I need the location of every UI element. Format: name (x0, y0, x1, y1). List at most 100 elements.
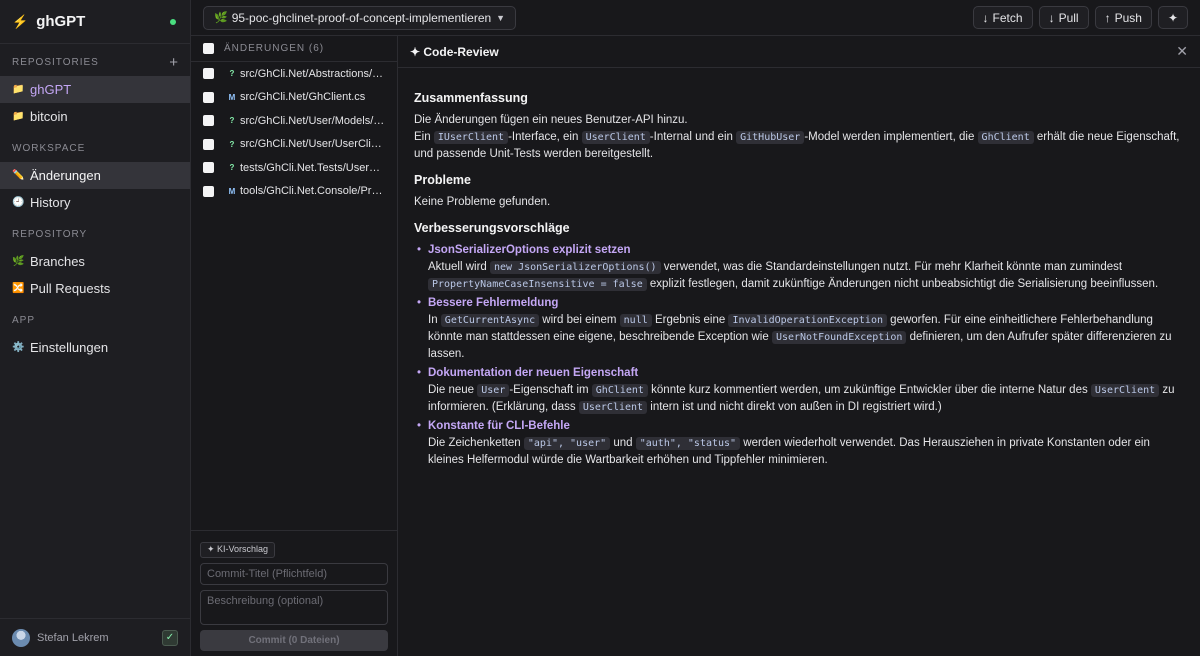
problems-text: Keine Probleme gefunden. (414, 196, 551, 208)
section-header-workspace: WORKSPACE (0, 134, 190, 162)
sidebar-item-einstellungen[interactable]: ⚙️ Einstellungen (0, 334, 190, 361)
pencil-icon: ✏️ (12, 170, 25, 181)
sidebar-item-label: ghGPT (30, 82, 72, 97)
sidebar-item-label: bitcoin (30, 109, 68, 124)
branch-icon: 🌿 (214, 12, 228, 24)
file-path: tools/GhCli.Net.Console/Program.cs (240, 185, 385, 198)
sidebar-item-ghgpt[interactable]: 📁 ghGPT (0, 76, 190, 103)
file-row[interactable]: ? src/GhCli.Net/User/UserClient.cs (191, 133, 397, 157)
clock-icon: 🕘 (12, 197, 25, 208)
pull-request-icon: 🔀 (12, 283, 25, 294)
suggestion-item: JsonSerializerOptions explizit setzen Ak… (414, 242, 1184, 293)
push-label: Push (1114, 10, 1142, 25)
file-row[interactable]: M src/GhCli.Net/GhClient.cs (191, 86, 397, 110)
file-checkbox[interactable] (203, 138, 214, 150)
problems-heading: Probleme (414, 173, 471, 187)
sidebar-item-aenderungen[interactable]: ✏️ Änderungen (0, 162, 190, 189)
sidebar: ⚡ ghGPT REPOSITORIES + 📁 ghGPT 📁 bitcoin… (0, 0, 191, 656)
changes-header: ÄNDERUNGEN (6) (191, 36, 397, 62)
file-row[interactable]: ? tests/GhCli.Net.Tests/UserClientTests.… (191, 156, 397, 180)
arrow-down-icon: ↓ (982, 10, 989, 25)
check-icon[interactable]: ✓ (162, 629, 178, 646)
pull-button[interactable]: ↓ Pull (1038, 6, 1089, 29)
commit-area: ✦ KI-Vorschlag Commit-Titel (Pflichtfeld… (191, 530, 397, 656)
suggestion-title: Konstante für CLI-Befehle (428, 420, 570, 432)
fetch-button[interactable]: ↓ Fetch (972, 6, 1033, 29)
ai-sparkle-button[interactable]: ✦ (1157, 6, 1188, 29)
suggestion-text: Aktuell wird new JsonSerializerOptions()… (428, 261, 1159, 291)
top-bar: 🌿 95-poc-ghclinet-proof-of-concept-imple… (191, 0, 1200, 36)
file-status: M (228, 186, 236, 196)
sidebar-item-label: Branches (30, 254, 85, 269)
review-body: Zusammenfassung Die Änderungen fügen ein… (398, 68, 1200, 471)
file-path: src/GhCli.Net/User/Models/GitHubUser.cs (240, 114, 385, 127)
app-name: ghGPT (36, 13, 86, 30)
sidebar-item-label: Pull Requests (30, 281, 111, 296)
file-status: M (228, 92, 236, 102)
suggestion-item: Konstante für CLI-Befehle Die Zeichenket… (414, 418, 1184, 469)
sidebar-item-pull-requests[interactable]: 🔀 Pull Requests (0, 275, 190, 302)
branch-icon: 🌿 (12, 256, 25, 267)
chevron-down-icon: ▼ (496, 12, 506, 23)
lightning-icon: ⚡ (12, 13, 29, 29)
branch-name: 95-poc-ghclinet-proof-of-concept-impleme… (231, 10, 492, 25)
suggestion-title: Dokumentation der neuen Eigenschaft (428, 367, 639, 379)
suggestion-text: In GetCurrentAsync wird bei einem null E… (428, 314, 1172, 360)
sidebar-item-label: Änderungen (30, 168, 101, 183)
file-status: ? (229, 116, 235, 126)
file-path: src/GhCli.Net/GhClient.cs (240, 91, 366, 104)
suggestion-text: Die Zeichenketten "api", "user" und "aut… (428, 437, 1150, 466)
sidebar-item-branches[interactable]: 🌿 Branches (0, 248, 190, 275)
add-repository-icon[interactable]: + (169, 54, 178, 71)
file-row[interactable]: M tools/GhCli.Net.Console/Program.cs (191, 180, 397, 204)
summary-line: Die Änderungen fügen ein neues Benutzer-… (414, 114, 688, 126)
app-brand: ⚡ ghGPT (0, 0, 190, 44)
sparkle-icon: ✦ (1167, 10, 1178, 25)
file-row[interactable]: ? src/GhCli.Net/Abstractions/IUserClient… (191, 62, 397, 86)
section-header-repositories: REPOSITORIES + (0, 48, 190, 76)
suggestion-title: Bessere Fehlermeldung (428, 297, 559, 309)
commit-button[interactable]: Commit (0 Dateien) (200, 629, 388, 651)
review-title: ✦ Code-Review (410, 44, 499, 59)
folder-icon: 📁 (12, 111, 25, 122)
commit-description-input[interactable]: Beschreibung (optional) (200, 589, 388, 625)
file-path: src/GhCli.Net/User/UserClient.cs (240, 138, 385, 151)
sidebar-item-bitcoin[interactable]: 📁 bitcoin (0, 103, 190, 130)
pull-label: Pull (1058, 10, 1079, 25)
section-label: APP (12, 314, 36, 326)
status-dot-icon (170, 18, 176, 25)
avatar[interactable] (12, 628, 30, 647)
arrow-up-icon: ↑ (1104, 10, 1111, 25)
file-checkbox[interactable] (203, 68, 214, 80)
file-status: ? (229, 163, 235, 173)
fetch-label: Fetch (992, 10, 1023, 25)
review-header: ✦ Code-Review ✕ (398, 36, 1200, 68)
folder-icon: 📁 (12, 84, 25, 95)
push-button[interactable]: ↑ Push (1094, 6, 1152, 29)
file-checkbox[interactable] (203, 162, 214, 174)
file-checkbox[interactable] (203, 115, 214, 127)
changes-panel: ÄNDERUNGEN (6) ? src/GhCli.Net/Abstracti… (191, 0, 398, 656)
changes-title: ÄNDERUNGEN (6) (224, 43, 325, 54)
summary-text: Die Änderungen fügen ein neues Benutzer-… (414, 114, 1180, 160)
user-row: Stefan Lekrem ✓ (0, 618, 190, 656)
sidebar-item-label: Einstellungen (30, 340, 109, 355)
gear-icon: ⚙️ (12, 342, 25, 353)
commit-title-input[interactable]: Commit-Titel (Pflichtfeld) (200, 562, 388, 585)
branch-selector[interactable]: 🌿 95-poc-ghclinet-proof-of-concept-imple… (203, 5, 517, 30)
sidebar-item-history[interactable]: 🕘 History (0, 189, 190, 216)
select-all-checkbox[interactable] (203, 43, 214, 54)
arrow-down-icon: ↓ (1048, 10, 1055, 25)
ai-suggestion-button[interactable]: ✦ KI-Vorschlag (200, 541, 276, 558)
summary-heading: Zusammenfassung (414, 91, 528, 105)
file-checkbox[interactable] (203, 91, 214, 103)
code-review-panel: ✦ Code-Review ✕ Zusammenfassung Die Ände… (398, 0, 1200, 656)
file-checkbox[interactable] (203, 185, 214, 197)
file-path: src/GhCli.Net/Abstractions/IUserClient.c… (240, 67, 385, 80)
suggestion-item: Bessere Fehlermeldung In GetCurrentAsync… (414, 295, 1184, 363)
file-status: ? (229, 69, 235, 79)
section-label: REPOSITORY (12, 228, 88, 240)
close-icon[interactable]: ✕ (1176, 43, 1188, 60)
section-header-repository: REPOSITORY (0, 220, 190, 248)
file-row[interactable]: ? src/GhCli.Net/User/Models/GitHubUser.c… (191, 109, 397, 133)
